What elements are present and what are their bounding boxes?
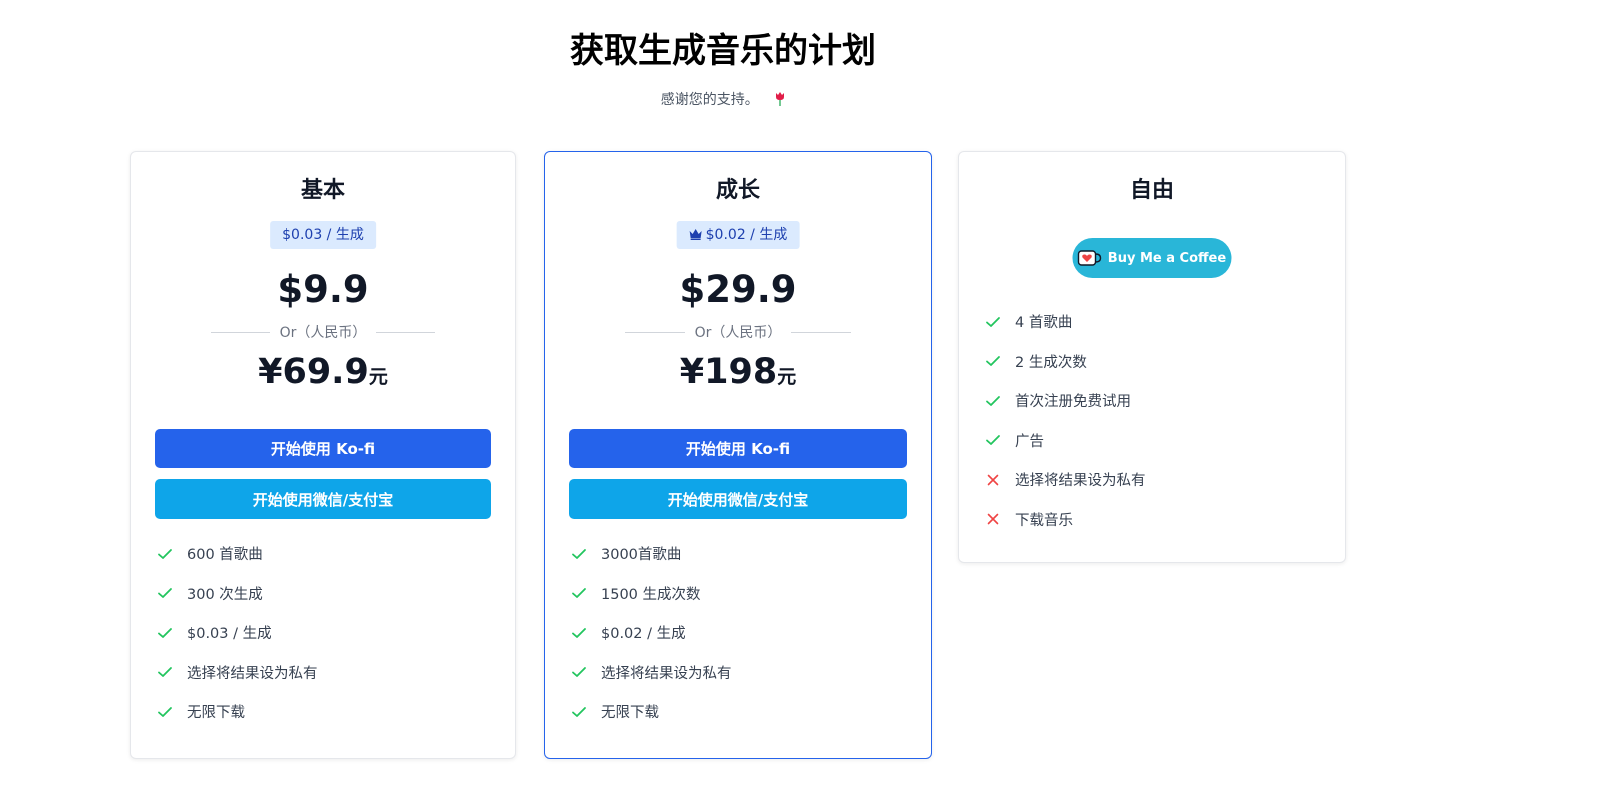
feature-list: 600 首歌曲 300 次生成 $0.03 / 生成 选择将结果设为私有 无限下…	[157, 534, 495, 732]
feature-text: 300 次生成	[187, 586, 263, 603]
divider-line	[376, 331, 435, 333]
feature-item: $0.02 / 生成	[571, 613, 911, 653]
feature-text: $0.02 / 生成	[601, 626, 686, 643]
price-cny-amount: ¥198	[679, 352, 778, 392]
feature-item: $0.03 / 生成	[157, 613, 495, 653]
feature-text: 无限下载	[187, 705, 245, 722]
check-icon	[986, 395, 1000, 406]
check-icon	[572, 706, 586, 717]
feature-item: 无限下载	[571, 692, 911, 732]
feature-item: 选择将结果设为私有	[985, 460, 1325, 500]
check-icon	[158, 588, 172, 599]
feature-text: 4 首歌曲	[1015, 315, 1073, 332]
kofi-button[interactable]: 开始使用 Ko-fi	[155, 429, 491, 468]
feature-item: 选择将结果设为私有	[157, 653, 495, 693]
cross-icon	[987, 474, 999, 486]
price-usd: $29.9	[679, 268, 797, 311]
feature-item: 首次注册免费试用	[985, 381, 1325, 421]
price-cny-unit: 元	[777, 366, 797, 388]
price-cny-unit: 元	[368, 366, 388, 388]
check-icon	[572, 627, 586, 638]
feature-text: 600 首歌曲	[187, 547, 263, 564]
plan-card-basic: 基本 $0.03 / 生成 $9.9 Or（人民币） ¥69.9元 开始使用 K…	[130, 151, 516, 759]
buy-me-a-coffee-button[interactable]: Buy Me a Coffee	[1072, 238, 1232, 278]
feature-item: 无限下载	[157, 692, 495, 732]
check-icon	[158, 706, 172, 717]
or-divider: Or（人民币）	[211, 322, 435, 342]
coffee-button-label: Buy Me a Coffee	[1107, 250, 1227, 266]
feature-item: 1500 生成次数	[571, 574, 911, 614]
plan-name: 成长	[715, 178, 760, 203]
wechat-alipay-button[interactable]: 开始使用微信/支付宝	[155, 479, 491, 519]
check-icon	[158, 548, 172, 559]
check-icon	[986, 356, 1000, 367]
page-title: 获取生成音乐的计划	[570, 31, 876, 71]
feature-item: 300 次生成	[157, 574, 495, 614]
feature-text: 下载音乐	[1015, 512, 1073, 529]
rate-badge: $0.02 / 生成	[676, 221, 800, 249]
cross-icon	[987, 513, 999, 525]
feature-text: 选择将结果设为私有	[601, 665, 732, 682]
or-text: Or（人民币）	[694, 325, 782, 341]
plan-name: 自由	[1129, 178, 1174, 203]
price-cny: ¥69.9元	[131, 350, 515, 400]
feature-item: 4 首歌曲	[985, 302, 1325, 342]
plan-name: 基本	[300, 178, 345, 203]
rate-badge: $0.03 / 生成	[270, 221, 376, 249]
check-icon	[158, 667, 172, 678]
check-icon	[158, 627, 172, 638]
feature-text: 1500 生成次数	[601, 586, 701, 603]
or-divider: Or（人民币）	[625, 322, 851, 342]
or-text: Or（人民币）	[279, 325, 367, 341]
check-icon	[572, 548, 586, 559]
feature-text: 选择将结果设为私有	[1015, 473, 1146, 490]
feature-text: $0.03 / 生成	[187, 626, 272, 643]
rate-text: $0.03 / 生成	[282, 227, 364, 243]
feature-item: 600 首歌曲	[157, 534, 495, 574]
price-usd: $9.9	[277, 268, 369, 311]
feature-text: 首次注册免费试用	[1015, 394, 1131, 411]
check-icon	[572, 588, 586, 599]
coffee-cup-icon	[1078, 250, 1102, 266]
price-cny: ¥198元	[545, 350, 931, 400]
crown-icon	[689, 229, 702, 240]
feature-list: 4 首歌曲 2 生成次数 首次注册免费试用 广告 选择将结果设为私有 下载音乐	[985, 302, 1325, 539]
pricing-page: 获取生成音乐的计划 感谢您的支持。 基本 $0.03 / 生成 $9.9 Or（…	[0, 0, 1600, 803]
feature-text: 3000首歌曲	[601, 547, 682, 564]
check-icon	[572, 667, 586, 678]
plan-card-free: 自由 Buy Me a Coffee 4 首歌曲 2 生成次数 首次注册免费试用	[958, 151, 1346, 563]
price-cny-amount: ¥69.9	[258, 352, 369, 392]
page-header: 获取生成音乐的计划 感谢您的支持。	[0, 28, 1446, 110]
page-subtitle: 感谢您的支持。	[0, 90, 1446, 110]
kofi-button[interactable]: 开始使用 Ko-fi	[569, 429, 907, 468]
feature-item: 3000首歌曲	[571, 534, 911, 574]
feature-item: 下载音乐	[985, 500, 1325, 540]
wechat-alipay-button[interactable]: 开始使用微信/支付宝	[569, 479, 907, 519]
subtitle-text: 感谢您的支持。	[660, 92, 759, 108]
check-icon	[986, 316, 1000, 327]
rate-text: $0.02 / 生成	[705, 227, 788, 243]
divider-line	[211, 331, 270, 333]
plan-card-growth: 成长 $0.02 / 生成 $29.9 Or（人民币） ¥198元 开始使用 K…	[544, 151, 932, 759]
feature-text: 选择将结果设为私有	[187, 665, 318, 682]
feature-item: 广告	[985, 421, 1325, 461]
feature-text: 广告	[1015, 433, 1044, 450]
feature-item: 选择将结果设为私有	[571, 653, 911, 693]
feature-text: 无限下载	[601, 705, 659, 722]
divider-line	[625, 331, 685, 333]
feature-text: 2 生成次数	[1015, 354, 1087, 371]
feature-item: 2 生成次数	[985, 342, 1325, 382]
tulip-icon	[776, 92, 785, 106]
divider-line	[791, 331, 851, 333]
feature-list: 3000首歌曲 1500 生成次数 $0.02 / 生成 选择将结果设为私有 无…	[571, 534, 911, 732]
check-icon	[986, 435, 1000, 446]
